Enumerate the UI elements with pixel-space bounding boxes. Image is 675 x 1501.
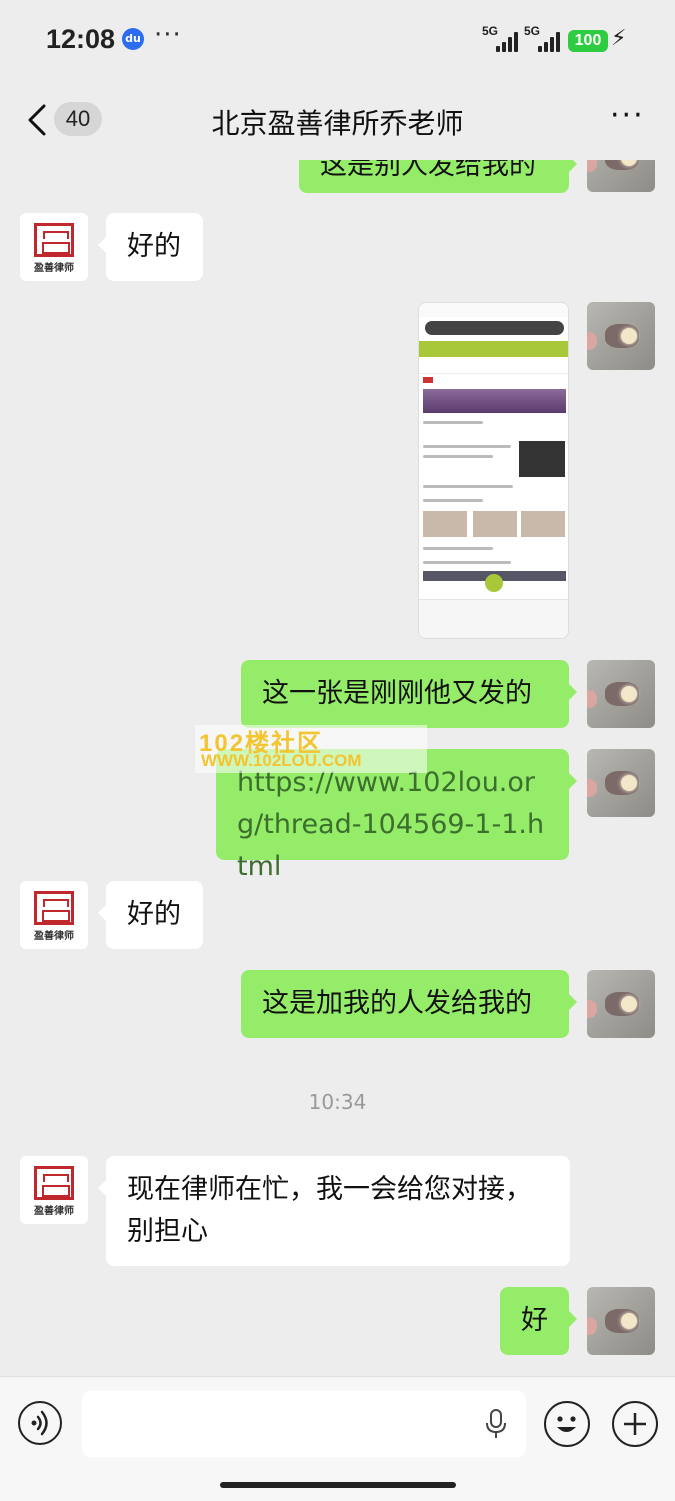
avatar-caption: 盈善律师 <box>34 1206 74 1217</box>
message-image-screenshot[interactable] <box>418 302 569 639</box>
avatar-caption: 盈善律师 <box>34 931 74 942</box>
message-incoming[interactable]: 好的 <box>98 881 203 949</box>
my-avatar[interactable] <box>587 660 655 728</box>
home-indicator[interactable] <box>220 1482 456 1488</box>
message-outgoing[interactable]: 这一张是刚刚他又发的 <box>241 660 577 728</box>
status-more-dots: ··· <box>154 20 182 50</box>
my-avatar[interactable] <box>587 302 655 370</box>
my-avatar[interactable] <box>587 160 655 192</box>
my-avatar[interactable] <box>587 1287 655 1355</box>
lawyer-avatar[interactable]: 盈善律师 <box>20 1156 88 1224</box>
message-incoming[interactable]: 好的 <box>98 213 203 281</box>
unread-count-badge[interactable]: 40 <box>54 102 102 136</box>
watermark-url: WWW.102LOU.COM <box>201 751 362 770</box>
battery-indicator: 100 <box>568 30 608 52</box>
watermark: 102楼社区 WWW.102LOU.COM <box>195 725 427 773</box>
firm-logo-icon <box>34 891 74 925</box>
signal-icon-2: 5G <box>524 24 564 52</box>
avatar-caption: 盈善律师 <box>34 263 74 274</box>
signal-label: 5G <box>482 24 499 38</box>
back-chevron-icon[interactable] <box>24 102 54 138</box>
microphone-icon[interactable] <box>484 1409 508 1439</box>
chat-header: 北京盈善律所乔老师 40 ··· <box>0 80 675 160</box>
charging-bolt-icon: ⚡ <box>611 26 627 51</box>
more-options-button[interactable]: ··· <box>610 101 645 131</box>
message-outgoing[interactable]: 好 <box>500 1287 577 1355</box>
status-time: 12:08 <box>46 24 116 54</box>
voice-input-button[interactable] <box>18 1401 62 1445</box>
message-outgoing[interactable]: 这是加我的人发给我的 <box>241 970 577 1038</box>
voice-wave-icon <box>31 1410 48 1436</box>
lawyer-avatar[interactable]: 盈善律师 <box>20 881 88 949</box>
lawyer-avatar[interactable]: 盈善律师 <box>20 213 88 281</box>
message-input[interactable] <box>82 1391 526 1457</box>
message-outgoing[interactable]: 这是别人发给我的 <box>299 160 577 193</box>
signal-icon: 5G <box>482 24 522 52</box>
message-incoming[interactable]: 现在律师在忙，我一会给您对接，别担心 <box>98 1156 570 1266</box>
smiley-icon <box>557 1416 576 1432</box>
status-bar: 12:08 du ··· 5G 5G 100 ⚡ <box>0 0 675 80</box>
my-avatar[interactable] <box>587 749 655 817</box>
more-actions-button[interactable] <box>612 1401 658 1447</box>
message-timestamp: 10:34 <box>308 1090 367 1114</box>
my-avatar[interactable] <box>587 970 655 1038</box>
firm-logo-icon <box>34 1166 74 1200</box>
plus-icon <box>624 1413 646 1435</box>
baidu-icon: du <box>122 28 144 50</box>
firm-logo-icon <box>34 223 74 257</box>
signal-label-2: 5G <box>524 24 541 38</box>
emoji-button[interactable] <box>544 1401 590 1447</box>
